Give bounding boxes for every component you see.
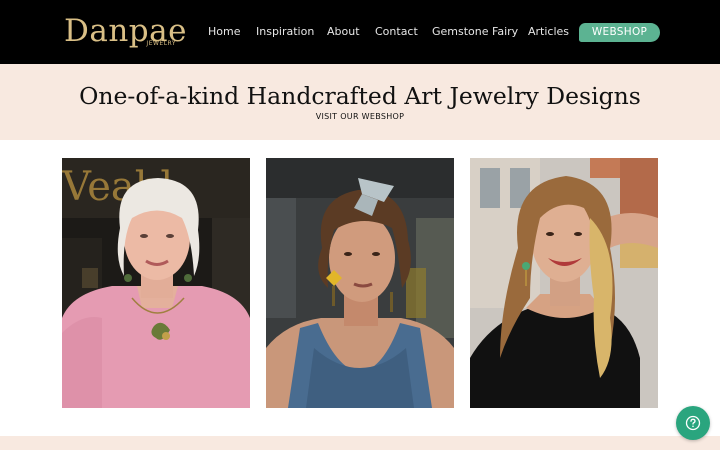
visit-webshop-link[interactable]: VISIT OUR WEBSHOP [0,112,720,121]
nav-item-inspiration[interactable]: Inspiration [256,25,314,39]
model-photo-1: Veabl [62,158,250,408]
model-photo-3 [470,158,658,408]
help-button[interactable] [676,406,710,440]
model-photo-2 [266,158,454,408]
nav-item-articles[interactable]: Articles [528,25,569,39]
nav-item-home[interactable]: Home [208,25,240,39]
next-section-strip [0,436,720,450]
site-header: Danpae JEWELRY Home Inspiration About Co… [0,0,720,64]
main-nav: Home Inspiration About Contact Gemstone … [0,0,720,64]
hero-title: One-of-a-kind Handcrafted Art Jewelry De… [79,82,641,110]
nav-item-about[interactable]: About [327,25,360,39]
nav-item-contact[interactable]: Contact [375,25,418,39]
hero-banner: One-of-a-kind Handcrafted Art Jewelry De… [0,64,720,140]
nav-item-gemstone-fairy[interactable]: Gemstone Fairy [432,25,518,39]
webshop-button[interactable]: WEBSHOP [579,23,660,42]
question-icon [685,415,701,431]
